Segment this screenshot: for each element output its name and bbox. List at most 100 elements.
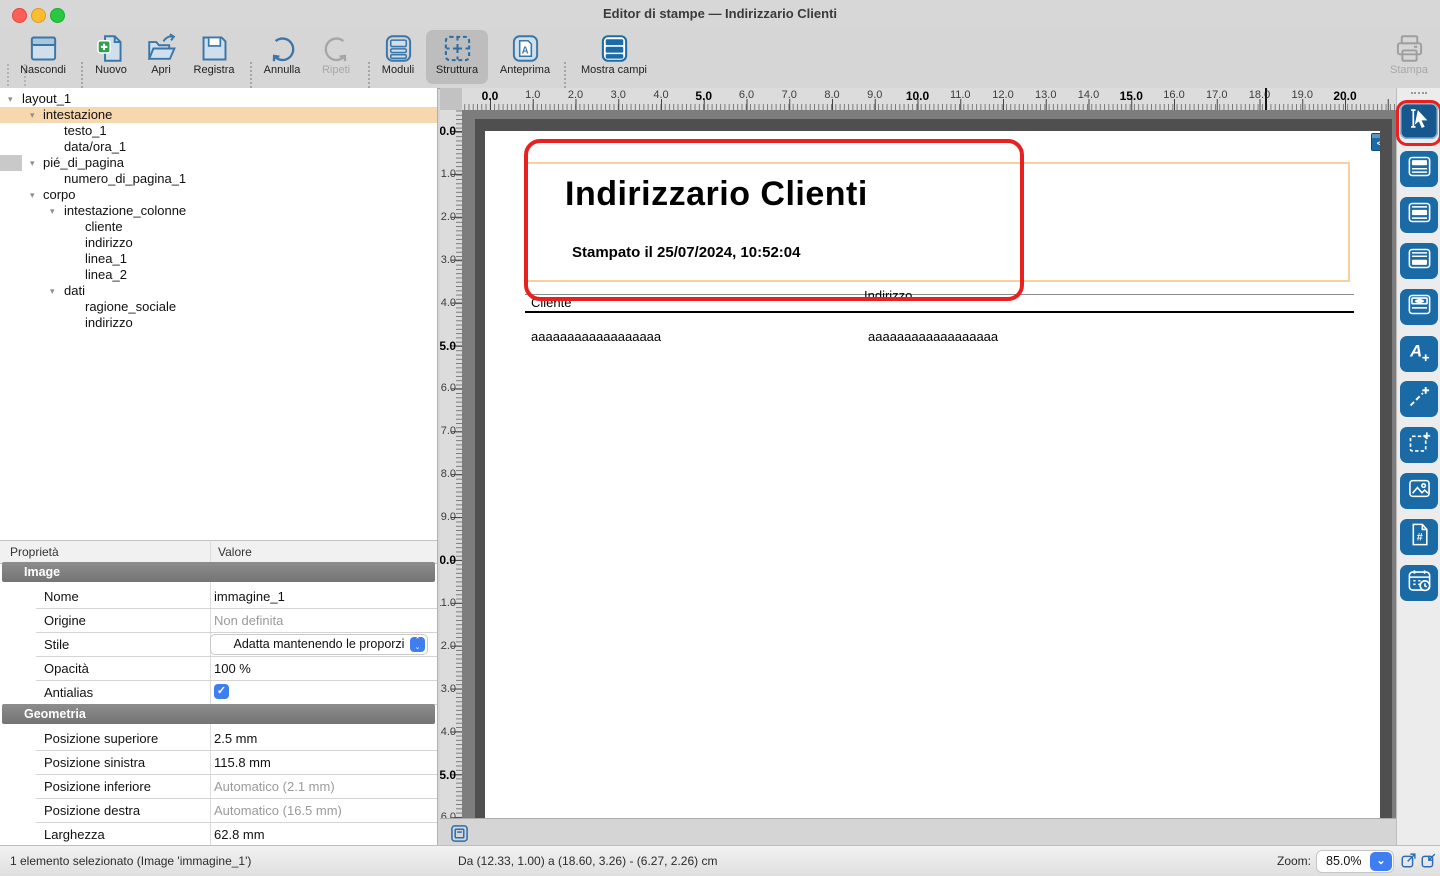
toolbar-button-registra[interactable]: Registra xyxy=(184,30,244,84)
band-code-tool-icon: <> xyxy=(1406,291,1433,323)
zoom-actual-size-icon[interactable] xyxy=(1420,851,1438,869)
report-datetime-element[interactable]: Stampato il 25/07/2024, 10:52:04 xyxy=(572,244,800,261)
toolbar-button-nascondi[interactable]: Nascondi xyxy=(14,30,72,84)
palette-drag-handle[interactable] xyxy=(1411,92,1427,94)
property-value[interactable]: 2.5 mm xyxy=(214,731,257,746)
tree-item-label: linea_1 xyxy=(85,251,127,267)
tool-palette: <> A # xyxy=(1396,88,1440,845)
report-title-element[interactable]: Indirizzario Clienti xyxy=(565,175,868,214)
tree-item-label: layout_1 xyxy=(22,91,71,107)
property-row-antialias: Antialias ✓ xyxy=(36,680,437,705)
chevron-down-icon[interactable]: ▾ xyxy=(30,187,35,203)
tree-item-indirizzo[interactable]: indirizzo xyxy=(0,315,437,331)
property-label: Antialias xyxy=(44,685,93,700)
toolbar-button-label: Nascondi xyxy=(14,64,72,76)
titlebar: Editor di stampe — Indirizzario Clienti xyxy=(0,0,1440,28)
band-footer-tool-icon xyxy=(1406,245,1433,277)
property-value[interactable]: 115.8 mm xyxy=(214,755,271,770)
toolbar-button-anteprima[interactable]: AAnteprima xyxy=(492,30,558,84)
property-label: Posizione superiore xyxy=(44,731,158,746)
toolbar-button-label: Apri xyxy=(138,64,184,76)
band-footer-tool[interactable] xyxy=(1400,243,1438,279)
table-cell[interactable]: aaaaaaaaaaaaaaaaaa xyxy=(868,329,998,344)
add-image-tool[interactable] xyxy=(1400,473,1438,509)
tree-item-linea-2[interactable]: linea_2 xyxy=(0,267,437,283)
tree-item-indirizzo[interactable]: indirizzo xyxy=(0,235,437,251)
ruler-label: 20.0 xyxy=(1333,89,1356,103)
property-value[interactable]: 62.8 mm xyxy=(214,827,265,842)
ruler-label: 17.0 xyxy=(1206,89,1227,101)
code-view-badge[interactable]: </> xyxy=(1371,133,1380,151)
chevron-down-icon[interactable]: ▾ xyxy=(8,91,13,107)
section-title: Geometria xyxy=(24,707,86,721)
ruler-label: 9.0 xyxy=(867,89,882,101)
toolbar-button-struttura[interactable]: Struttura xyxy=(426,30,488,84)
select-stepper-icon[interactable]: ⌃⌄ xyxy=(410,637,425,652)
tree-item-testo-1[interactable]: testo_1 xyxy=(0,123,437,139)
property-label: Posizione inferiore xyxy=(44,779,151,794)
table-cell[interactable]: aaaaaaaaaaaaaaaaaa xyxy=(531,329,661,344)
select-tool[interactable] xyxy=(1400,103,1438,139)
property-checkbox[interactable]: ✓ xyxy=(214,684,229,699)
save-icon xyxy=(184,33,244,64)
app-window: Editor di stampe — Indirizzario Clienti … xyxy=(0,0,1440,876)
tree-item-layout-1[interactable]: ▾ layout_1 xyxy=(0,91,437,107)
column-header-cliente[interactable]: Cliente xyxy=(531,295,571,310)
tree-item-numero-di-pagina-1[interactable]: numero_di_pagina_1 xyxy=(0,171,437,187)
add-page-number-tool-icon: # xyxy=(1406,521,1433,553)
tree-item-linea-1[interactable]: linea_1 xyxy=(0,251,437,267)
tree-item-ragione-sociale[interactable]: ragione_sociale xyxy=(0,299,437,315)
add-line-tool[interactable] xyxy=(1400,381,1438,417)
property-value[interactable]: Automatico (2.1 mm) xyxy=(214,779,335,794)
band-view-button[interactable] xyxy=(450,824,469,843)
tree-item-pi-di-pagina[interactable]: ▾pié_di_pagina xyxy=(0,155,437,171)
add-page-number-tool[interactable]: # xyxy=(1400,519,1438,555)
band-code-tool[interactable]: <> xyxy=(1400,289,1438,325)
svg-text:<>: <> xyxy=(1415,298,1423,305)
toolbar-button-nuovo[interactable]: Nuovo xyxy=(86,30,136,84)
add-rect-tool[interactable] xyxy=(1400,427,1438,463)
toolbar-button-stampa: Stampa xyxy=(1380,30,1438,84)
ruler-label: 1.0 xyxy=(441,168,456,180)
zoom-to-fit-icon[interactable] xyxy=(1400,851,1418,869)
page-viewport: Indirizzario Clienti Stampato il 25/07/2… xyxy=(462,110,1396,818)
toolbar-button-annulla[interactable]: Annulla xyxy=(252,30,312,84)
chevron-down-icon[interactable]: ▾ xyxy=(50,203,55,219)
chevron-down-icon[interactable]: ⌄ xyxy=(1370,852,1392,871)
tree-item-data-ora-1[interactable]: data/ora_1 xyxy=(0,139,437,155)
chevron-down-icon[interactable]: ▾ xyxy=(30,107,35,123)
property-row-nome: Nomeimmagine_1 xyxy=(36,584,437,609)
ruler-label: 8.0 xyxy=(824,89,839,101)
property-value[interactable]: Non definita xyxy=(214,613,283,628)
tree-item-dati[interactable]: ▾dati xyxy=(0,283,437,299)
tree-item-intestazione-colonne[interactable]: ▾intestazione_colonne xyxy=(0,203,437,219)
tree-item-cliente[interactable]: cliente xyxy=(0,219,437,235)
property-label: Origine xyxy=(44,613,86,628)
toolbar: NascondiNuovoApriRegistraAnnullaRipetiMo… xyxy=(0,28,1440,89)
add-text-tool[interactable]: A xyxy=(1400,336,1438,372)
column-header-indirizzo[interactable]: Indirizzo xyxy=(864,288,912,303)
zoom-combobox[interactable]: 85.0% ⌄ xyxy=(1316,850,1394,873)
document-page[interactable]: Indirizzario Clienti Stampato il 25/07/2… xyxy=(485,131,1380,818)
property-value[interactable]: Automatico (16.5 mm) xyxy=(214,803,342,818)
add-datetime-tool[interactable] xyxy=(1400,565,1438,601)
property-value[interactable]: immagine_1 xyxy=(214,589,285,604)
band-body-tool[interactable] xyxy=(1400,197,1438,233)
ruler-label: 1.0 xyxy=(525,89,540,101)
toolbar-button-apri[interactable]: Apri xyxy=(138,30,184,84)
tree-item-corpo[interactable]: ▾corpo xyxy=(0,187,437,203)
band-header-tool[interactable] xyxy=(1400,151,1438,187)
zoom-label: Zoom: xyxy=(1277,854,1311,868)
tree-item-label: indirizzo xyxy=(85,315,133,331)
preview-icon: A xyxy=(492,33,558,64)
property-value[interactable]: 100 % xyxy=(214,661,251,676)
toolbar-button-mostra-campi[interactable]: Mostra campi xyxy=(570,30,658,84)
tree-item-intestazione[interactable]: ▾intestazione xyxy=(0,107,437,123)
chevron-down-icon[interactable]: ▾ xyxy=(30,155,35,171)
property-select[interactable]: Adatta mantenendo le proporzi⌃⌄ xyxy=(210,634,428,655)
ruler-label: 12.0 xyxy=(992,89,1013,101)
ruler-label: 15.0 xyxy=(1120,89,1143,103)
chevron-down-icon[interactable]: ▾ xyxy=(50,283,55,299)
toolbar-button-moduli[interactable]: Moduli xyxy=(372,30,424,84)
toolbar-button-label: Stampa xyxy=(1380,64,1438,76)
